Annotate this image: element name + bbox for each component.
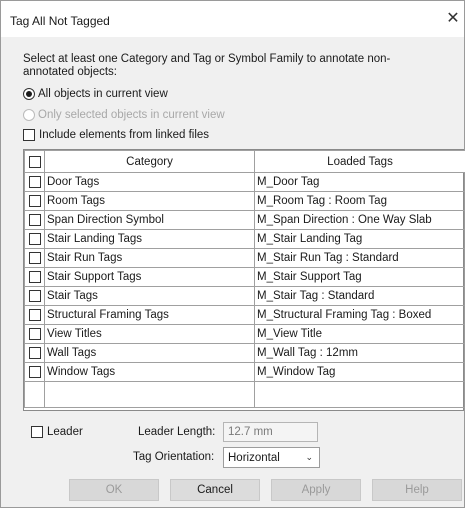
apply-button[interactable]: Apply [271, 479, 361, 501]
row-select-cell[interactable] [24, 267, 45, 287]
loaded-tag-cell[interactable]: M_Room Tag : Room Tag [254, 191, 465, 211]
category-cell[interactable]: Room Tags [44, 191, 255, 211]
row-select-cell[interactable] [24, 362, 45, 382]
leader-length-input: 12.7 mm [223, 422, 318, 442]
table-row[interactable]: Stair Tags M_Stair Tag : Standard [24, 286, 465, 306]
category-tag-grid: Category Loaded Tags Door Tags M_Door Tag… [23, 149, 465, 411]
category-cell[interactable]: Wall Tags [44, 343, 255, 363]
row-checkbox-icon[interactable] [28, 366, 41, 378]
row-checkbox-icon[interactable] [28, 252, 41, 264]
category-cell[interactable]: View Titles [44, 324, 255, 344]
category-column-header[interactable]: Category [44, 150, 255, 173]
table-row[interactable]: Structural Framing Tags M_Structural Fram… [24, 305, 465, 325]
row-select-cell[interactable] [24, 248, 45, 268]
loaded-tag-cell[interactable]: M_Window Tag [254, 362, 465, 382]
row-checkbox-icon[interactable] [28, 309, 41, 321]
row-checkbox-icon[interactable] [28, 195, 41, 207]
empty-cell [24, 381, 45, 408]
radio-selected-objects-label: Only selected objects in current view [38, 109, 225, 121]
row-select-cell[interactable] [24, 305, 45, 325]
radio-all-objects[interactable]: All objects in current view [23, 88, 168, 100]
select-all-checkbox-icon[interactable] [28, 155, 41, 168]
dialog-title: Tag All Not Tagged [10, 14, 110, 28]
table-row[interactable]: Window Tags M_Window Tag [24, 362, 465, 382]
table-row[interactable]: View Titles M_View Title [24, 324, 465, 344]
radio-button-selected-icon[interactable] [23, 88, 35, 100]
row-checkbox-icon[interactable] [28, 271, 41, 283]
row-select-cell[interactable] [24, 229, 45, 249]
table-row[interactable]: Stair Support Tags M_Stair Support Tag [24, 267, 465, 287]
empty-table-row [24, 381, 465, 408]
loaded-tag-cell[interactable]: M_Structural Framing Tag : Boxed [254, 305, 465, 325]
category-cell[interactable]: Span Direction Symbol [44, 210, 255, 230]
include-linked-files-checkbox[interactable]: Include elements from linked files [23, 129, 209, 141]
table-row[interactable]: Door Tags M_Door Tag [24, 172, 465, 192]
help-button[interactable]: Help [372, 479, 462, 501]
include-linked-files-label: Include elements from linked files [39, 129, 210, 141]
row-select-cell[interactable] [24, 172, 45, 192]
table-row[interactable]: Stair Run Tags M_Stair Run Tag : Standard [24, 248, 465, 268]
table-row[interactable]: Room Tags M_Room Tag : Room Tag [24, 191, 465, 211]
radio-all-objects-label: All objects in current view [38, 88, 168, 100]
row-checkbox-icon[interactable] [28, 233, 41, 245]
loaded-tag-cell[interactable]: M_Stair Tag : Standard [254, 286, 465, 306]
row-select-cell[interactable] [24, 324, 45, 344]
table-row[interactable]: Stair Landing Tags M_Stair Landing Tag [24, 229, 465, 249]
category-cell[interactable]: Stair Run Tags [44, 248, 255, 268]
checkbox-icon[interactable] [23, 129, 35, 141]
tag-orientation-value: Horizontal [228, 451, 280, 464]
loaded-tag-cell[interactable]: M_Wall Tag : 12mm [254, 343, 465, 363]
radio-button-disabled-icon [23, 109, 35, 121]
ok-button[interactable]: OK [69, 479, 159, 501]
loaded-tag-cell[interactable]: M_View Title [254, 324, 465, 344]
loaded-tag-cell[interactable]: M_Stair Run Tag : Standard [254, 248, 465, 268]
table-header-row: Category Loaded Tags [24, 150, 465, 173]
category-cell[interactable]: Window Tags [44, 362, 255, 382]
leader-label: Leader [47, 426, 83, 438]
chevron-down-icon: ⌄ [305, 452, 313, 462]
close-icon[interactable]: ✕ [442, 7, 464, 31]
row-select-cell[interactable] [24, 210, 45, 230]
row-checkbox-icon[interactable] [28, 214, 41, 226]
loaded-tags-column-header[interactable]: Loaded Tags [254, 150, 465, 173]
checkbox-icon[interactable] [31, 426, 43, 438]
select-all-cell[interactable] [24, 150, 45, 173]
tag-orientation-select[interactable]: Horizontal ⌄ [223, 447, 320, 468]
category-cell[interactable]: Structural Framing Tags [44, 305, 255, 325]
empty-cell [254, 381, 465, 408]
row-checkbox-icon[interactable] [28, 290, 41, 302]
loaded-tag-cell[interactable]: M_Span Direction : One Way Slab [254, 210, 465, 230]
leader-checkbox[interactable]: Leader [31, 426, 83, 438]
loaded-tag-cell[interactable]: M_Stair Support Tag [254, 267, 465, 287]
tag-all-not-tagged-dialog: Tag All Not Tagged ✕ Select at least one… [0, 0, 465, 508]
category-cell[interactable]: Stair Landing Tags [44, 229, 255, 249]
table-row[interactable]: Wall Tags M_Wall Tag : 12mm [24, 343, 465, 363]
loaded-tag-cell[interactable]: M_Door Tag [254, 172, 465, 192]
category-cell[interactable]: Door Tags [44, 172, 255, 192]
loaded-tag-cell[interactable]: M_Stair Landing Tag [254, 229, 465, 249]
row-select-cell[interactable] [24, 286, 45, 306]
category-cell[interactable]: Stair Support Tags [44, 267, 255, 287]
title-bar: Tag All Not Tagged ✕ [1, 1, 464, 37]
table-row[interactable]: Span Direction Symbol M_Span Direction : … [24, 210, 465, 230]
row-checkbox-icon[interactable] [28, 347, 41, 359]
category-cell[interactable]: Stair Tags [44, 286, 255, 306]
empty-cell [44, 381, 255, 408]
row-select-cell[interactable] [24, 191, 45, 211]
instructions-text: Select at least one Category and Tag or … [23, 53, 391, 78]
cancel-button[interactable]: Cancel [170, 479, 260, 501]
row-select-cell[interactable] [24, 343, 45, 363]
row-checkbox-icon[interactable] [28, 328, 41, 340]
leader-length-label: Leader Length: [138, 426, 216, 438]
radio-selected-objects: Only selected objects in current view [23, 109, 225, 121]
tag-orientation-label: Tag Orientation: [133, 451, 215, 463]
row-checkbox-icon[interactable] [28, 176, 41, 188]
